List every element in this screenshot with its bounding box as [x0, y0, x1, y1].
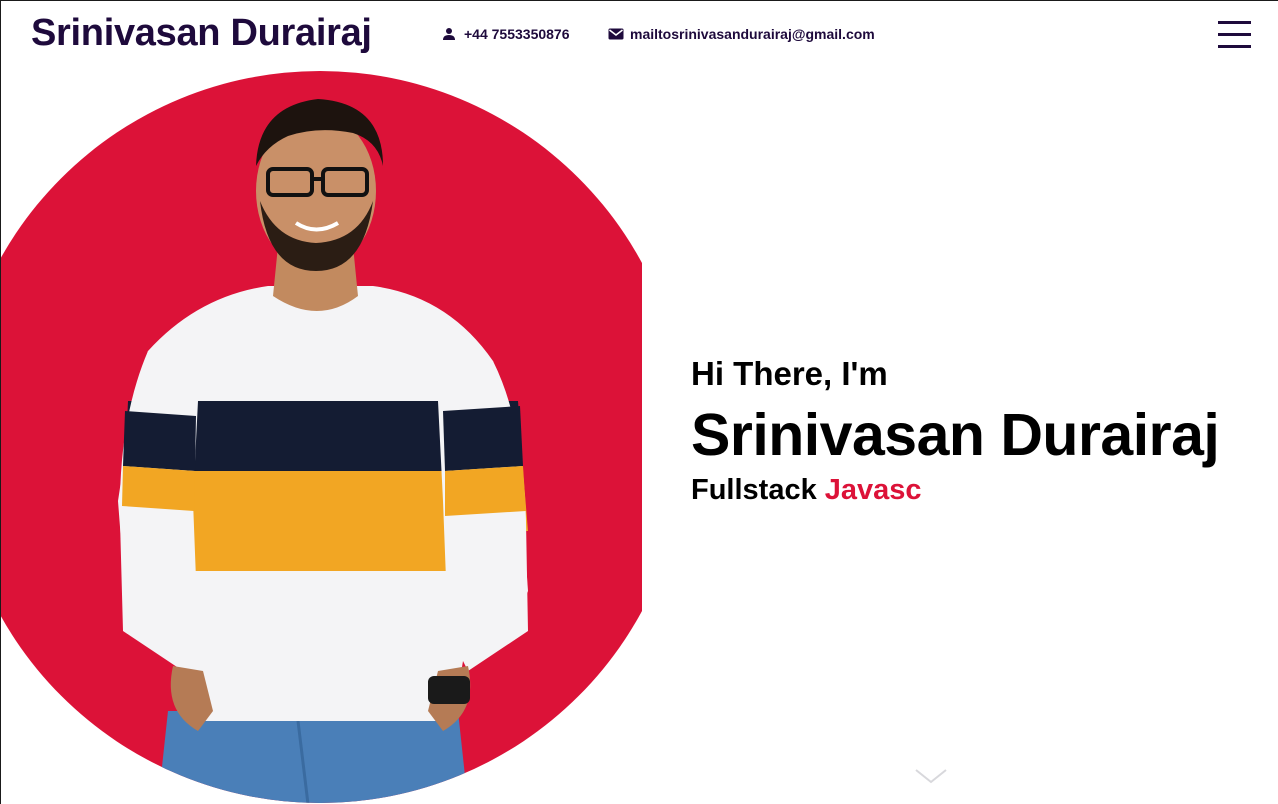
- hero-portrait: [0, 71, 642, 804]
- window-left-edge: [0, 0, 1, 804]
- site-header: Srinivasan Durairaj +44 7553350876 mailt…: [0, 0, 1278, 70]
- role-prefix: Fullstack: [691, 474, 817, 506]
- hero-greeting: Hi There, I'm: [691, 355, 888, 392]
- phone-number: +44 7553350876: [464, 26, 570, 42]
- hero-role: Fullstack Javasc: [691, 470, 1219, 510]
- hero-intro: Hi There, I'm Srinivasan Durairaj Fullst…: [691, 352, 1220, 510]
- phone-contact[interactable]: +44 7553350876: [442, 26, 570, 42]
- site-logo[interactable]: Srinivasan Durairaj: [31, 12, 372, 55]
- hero-name: Srinivasan Durairaj: [691, 402, 1220, 468]
- portrait-illustration: [0, 71, 642, 803]
- chevron-down-icon[interactable]: [914, 766, 948, 786]
- envelope-icon: [608, 27, 624, 41]
- role-typed-text: Javasc: [824, 474, 922, 506]
- email-contact[interactable]: mailtosrinivasandurairaj@gmail.com: [608, 26, 875, 42]
- email-address: mailtosrinivasandurairaj@gmail.com: [630, 26, 875, 42]
- portfolio-page: Srinivasan Durairaj +44 7553350876 mailt…: [0, 0, 1278, 804]
- person-icon: [442, 27, 456, 41]
- hamburger-menu-icon[interactable]: [1218, 21, 1251, 48]
